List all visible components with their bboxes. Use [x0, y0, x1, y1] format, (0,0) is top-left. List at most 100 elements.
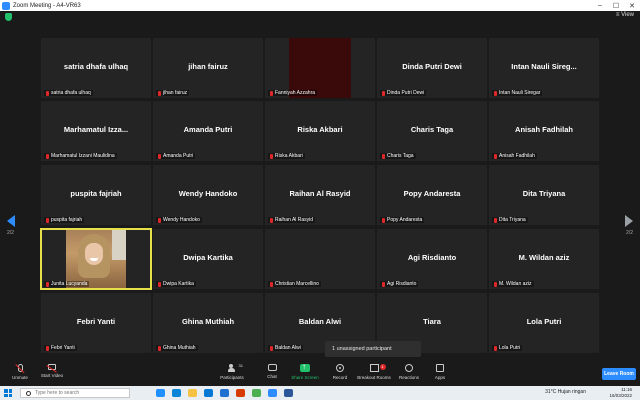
- search-icon: [26, 390, 31, 396]
- participant-name: Wendy Handoko: [178, 189, 238, 198]
- participant-tile[interactable]: Riska Akbari Riska Akbari: [265, 101, 375, 161]
- close-button[interactable]: ✕: [624, 0, 640, 11]
- participant-video: [66, 230, 126, 288]
- participant-tile[interactable]: jihan fairuz jihan fairuz: [153, 38, 263, 98]
- share-screen-button[interactable]: Share Screen: [285, 362, 325, 384]
- participant-name: puspita fajriah: [70, 189, 122, 198]
- participant-label-text: satria dhafa ulhaq: [51, 90, 91, 96]
- participant-label: Amanda Putri: [156, 153, 196, 159]
- participant-tile[interactable]: Febri Yanti Febri Yanti: [41, 293, 151, 353]
- participant-tile[interactable]: Fanniyah Azzahra: [265, 38, 375, 98]
- participant-name: M. Wildan aziz: [518, 253, 570, 262]
- participant-name: Raihan Al Rasyid: [289, 189, 351, 198]
- participant-tile[interactable]: Amanda Putri Amanda Putri: [153, 101, 263, 161]
- windows-start-icon[interactable]: [4, 389, 12, 397]
- participant-label: Baldan Alwi: [268, 345, 303, 351]
- taskbar-clock[interactable]: 11:16 16/03/2022: [609, 387, 632, 399]
- participant-label-text: Dinda Putri Dewi: [387, 90, 425, 96]
- security-shield-icon[interactable]: [5, 13, 12, 21]
- office-icon[interactable]: [236, 389, 245, 397]
- task-view-icon[interactable]: [156, 389, 165, 397]
- participant-tile[interactable]: Raihan Al Rasyid Raihan Al Rasyid: [265, 165, 375, 225]
- microphone-muted-icon: [17, 364, 23, 372]
- participant-tile[interactable]: Christian Marcellino: [265, 229, 375, 289]
- participant-tile[interactable]: Popy Andaresta Popy Andaresta: [377, 165, 487, 225]
- participant-name: Dwipa Kartika: [183, 253, 233, 262]
- participant-name: satria dhafa ulhaq: [63, 62, 129, 71]
- taskbar-search[interactable]: [20, 388, 130, 398]
- muted-mic-icon: [494, 153, 497, 159]
- participant-label-text: Raihan Al Rasyid: [275, 217, 314, 223]
- participant-label: Popy Andaresta: [380, 217, 425, 223]
- participant-name: Riska Akbari: [297, 125, 343, 134]
- participant-label: Intan Nauli Siregar: [492, 90, 543, 96]
- participant-tile[interactable]: Charis Taga Charis Taga: [377, 101, 487, 161]
- participant-tile[interactable]: Dita Triyana Dita Triyana: [489, 165, 599, 225]
- participant-label-text: Wendy Handoko: [163, 217, 200, 223]
- participant-label-text: Ghina Muthiah: [163, 345, 196, 351]
- reactions-label: Reactions: [398, 375, 419, 380]
- participant-label-text: Amanda Putri: [163, 153, 194, 159]
- breakout-rooms-button[interactable]: 1 Breakout Rooms: [354, 364, 394, 384]
- participant-name: jihan fairuz: [188, 62, 228, 71]
- window-controls: – ☐ ✕: [592, 0, 640, 11]
- participant-tile[interactable]: Wendy Handoko Wendy Handoko: [153, 165, 263, 225]
- participant-tile[interactable]: Lola Putri Lola Putri: [489, 293, 599, 353]
- participant-label-text: Dwipa Kartika: [163, 281, 194, 287]
- minimize-button[interactable]: –: [592, 0, 608, 11]
- participant-tile[interactable]: Anisah Fadhilah Anisah Fadhilah: [489, 101, 599, 161]
- mail-icon[interactable]: [220, 389, 229, 397]
- previous-page-arrow-icon[interactable]: [7, 215, 15, 227]
- participant-label: Ghina Muthiah: [156, 345, 198, 351]
- participant-tile[interactable]: puspita fajriah puspita fajriah: [41, 165, 151, 225]
- muted-mic-icon: [270, 281, 273, 287]
- muted-mic-icon: [270, 217, 273, 223]
- muted-mic-icon: [270, 345, 273, 351]
- participant-tile[interactable]: Marhamatul Izza... Marhamatul Izzani Maul…: [41, 101, 151, 161]
- edge-icon[interactable]: [172, 389, 181, 397]
- muted-mic-icon: [158, 345, 161, 351]
- participant-label: Dita Triyana: [492, 217, 528, 223]
- page-indicator-left: 2/2: [7, 230, 14, 236]
- chrome-icon[interactable]: [252, 389, 261, 397]
- participant-label: Charis Taga: [380, 153, 416, 159]
- participant-label: satria dhafa ulhaq: [44, 90, 93, 96]
- record-icon: [336, 364, 344, 372]
- participants-label: Participants: [220, 375, 244, 380]
- leave-room-button[interactable]: Leave Room: [602, 368, 636, 380]
- participant-video: [289, 38, 351, 98]
- participant-tile[interactable]: Intan Nauli Sireg... Intan Nauli Siregar: [489, 38, 599, 98]
- share-screen-label: Share Screen: [291, 375, 319, 380]
- participant-name: Baldan Alwi: [298, 317, 342, 326]
- participant-tile[interactable]: Junita Lucyanda: [40, 228, 152, 290]
- participant-tile[interactable]: Ghina Muthiah Ghina Muthiah: [153, 293, 263, 353]
- view-button[interactable]: ≡ View: [616, 12, 634, 18]
- participant-label: Lola Putri: [492, 345, 523, 351]
- word-icon[interactable]: [284, 389, 293, 397]
- participant-label: jihan fairuz: [156, 90, 190, 96]
- participant-tile[interactable]: Dinda Putri Dewi Dinda Putri Dewi: [377, 38, 487, 98]
- zoom-taskbar-icon[interactable]: [268, 389, 277, 397]
- record-label: Record: [332, 375, 348, 380]
- breakout-rooms-icon: 1: [369, 364, 386, 372]
- store-icon[interactable]: [204, 389, 213, 397]
- start-video-button[interactable]: Start Video: [32, 364, 72, 384]
- next-page-arrow-icon[interactable]: [625, 215, 633, 227]
- file-explorer-icon[interactable]: [188, 389, 197, 397]
- participant-tile[interactable]: Agi Risdianto Agi Risdianto: [377, 229, 487, 289]
- participant-label-text: Popy Andaresta: [387, 217, 423, 223]
- participant-label-text: Dita Triyana: [499, 217, 526, 223]
- muted-mic-icon: [46, 217, 49, 223]
- participant-name: Anisah Fadhilah: [515, 125, 573, 134]
- participant-tile[interactable]: satria dhafa ulhaq satria dhafa ulhaq: [41, 38, 151, 98]
- participants-button[interactable]: 31 Participants: [212, 363, 252, 384]
- participant-label-text: Anisah Fadhilah: [499, 153, 535, 159]
- maximize-button[interactable]: ☐: [608, 0, 624, 11]
- muted-mic-icon: [158, 153, 161, 159]
- apps-button[interactable]: Apps: [420, 364, 460, 384]
- apps-label: Apps: [434, 375, 446, 380]
- weather-widget[interactable]: 31°C Hujan ringan: [545, 389, 586, 395]
- participant-tile[interactable]: M. Wildan aziz M. Wildan aziz: [489, 229, 599, 289]
- taskbar-search-input[interactable]: [35, 390, 125, 396]
- participant-tile[interactable]: Dwipa Kartika Dwipa Kartika: [153, 229, 263, 289]
